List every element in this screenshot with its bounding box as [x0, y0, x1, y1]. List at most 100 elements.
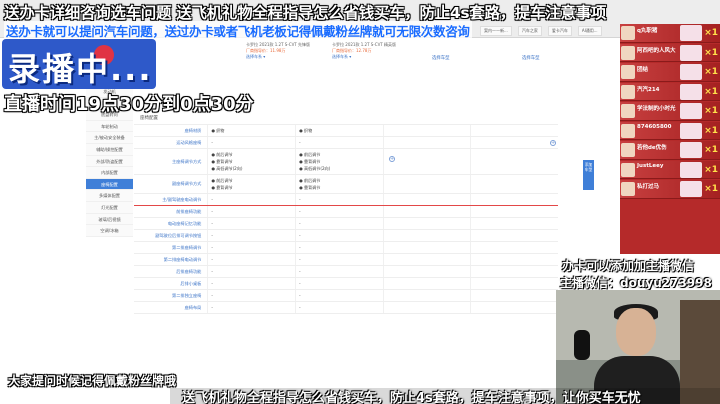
avatar [621, 182, 635, 196]
table-cell: - [295, 206, 383, 217]
table-cell: - [207, 218, 295, 229]
gift-icon [680, 64, 702, 80]
sidebar-item[interactable]: 玻璃/后视镜 [86, 213, 133, 226]
gift-icon [680, 103, 702, 119]
cell-value: ● 前后调节 [299, 152, 321, 157]
table-cell: - [207, 206, 295, 217]
table-cell: ● 织物 [207, 125, 295, 136]
avatar [621, 65, 635, 79]
table-cell: - [207, 194, 295, 205]
gift-icon [680, 142, 702, 158]
empty-cell [470, 302, 558, 313]
choose-model-3[interactable]: 选择车型 [432, 55, 450, 61]
sidebar-item[interactable]: 灯光配置 [86, 201, 133, 214]
cell-value: - [211, 269, 213, 274]
sidebar-item[interactable]: 主/被动安全装备 [86, 132, 133, 144]
add-column-icon[interactable]: + [389, 156, 395, 162]
cell-value: - [211, 221, 213, 226]
cell-value: - [211, 245, 213, 250]
cell-value: ● 前后调节 [211, 178, 233, 183]
bookmark-3[interactable]: 爱卡汽车 [547, 26, 572, 36]
table-cell: - [207, 266, 295, 277]
bookmark-bar: 案内——新... 汽车之家 爱卡汽车 AI通用... [480, 26, 602, 36]
add-model-button[interactable]: 添加车型 [583, 160, 594, 190]
empty-cell [382, 242, 471, 253]
sidebar-item-active[interactable]: 座椅配置 [86, 178, 133, 191]
cell-value: - [299, 305, 301, 310]
row-label: 座椅材质 [184, 127, 202, 133]
row-label: 主/副驾驶座电动调节 [162, 196, 202, 202]
table-row: 主/副驾驶座电动调节 - - [134, 194, 558, 206]
cell-value: - [299, 281, 301, 286]
empty-cell [382, 194, 471, 205]
table-cell: ● 织物 [295, 125, 383, 136]
empty-cell [382, 149, 471, 174]
cell-value: ● 前后调节 [211, 152, 233, 157]
avatar [621, 84, 635, 99]
empty-cell [382, 278, 471, 289]
table-cell: ● 前后调节 ● 靠背调节 ● 高低调节(2向) [295, 149, 383, 174]
gift-count: ×1 [704, 125, 718, 136]
table-row: 电动座椅记忆功能 - - [134, 218, 558, 230]
table-row: 座椅布局 - - [134, 302, 558, 314]
ticker-text: 送飞机礼物全程指导怎么省钱买车，防止4s套路，提车注意事项，让你买车无忧 [182, 391, 641, 404]
table-row: 副座椅调节方式 ● 前后调节 ● 靠背调节 ● 前后调节 ● 靠背调节 [134, 175, 558, 194]
cell-value: - [211, 305, 213, 310]
cell-value: - [299, 221, 301, 226]
gift-item: 874605800 ×1 [620, 121, 720, 140]
empty-cell [382, 254, 471, 265]
table-cell: - [295, 302, 383, 313]
gift-icon [680, 25, 702, 41]
gift-item: 学法制的小时光 ×1 [620, 102, 720, 121]
sidebar-item[interactable]: 空调/冰箱 [86, 225, 133, 237]
car-1-select[interactable]: 选择车系 ▾ [246, 54, 310, 60]
bookmark-1[interactable]: 案内——新... [480, 26, 512, 36]
empty-cell [382, 125, 471, 136]
table-cell: - [207, 278, 295, 289]
cell-value: - [299, 245, 301, 250]
cell-value: - [211, 209, 213, 214]
empty-cell [470, 278, 558, 289]
empty-cell [470, 266, 558, 277]
cell-value: - [211, 257, 213, 262]
empty-cell [382, 175, 471, 193]
car-1-name: 卡罗拉 2021款 1.2T S-CVT 先锋版 [246, 42, 311, 47]
empty-cell [470, 149, 558, 174]
add-column-icon-2[interactable]: + [550, 140, 556, 146]
table-cell: - [295, 278, 383, 289]
bookmark-4[interactable]: AI通用... [577, 26, 602, 36]
table-row: 前排座椅功能 - - [134, 206, 558, 218]
cell-value: - [299, 257, 301, 262]
table-cell: ● 前后调节 ● 靠背调节 [207, 175, 295, 193]
car-2-select[interactable]: 选择车系 ▾ [332, 54, 396, 60]
sidebar-item[interactable]: 外部/防盗配置 [86, 155, 133, 168]
table-row: 第二排座椅电动调节 - - [134, 254, 558, 266]
cell-value: ● 靠背调节 [299, 159, 321, 164]
wechat-id: 主播微信：douyu273998 [560, 276, 712, 290]
cell-value: - [299, 293, 301, 298]
gift-sender: 团结 [637, 67, 649, 73]
sidebar-item[interactable]: 辅助/操控配置 [86, 143, 133, 156]
gift-sender: 私打过马 [637, 184, 660, 190]
scrolling-ticker: 送飞机礼物全程指导怎么省钱买车，防止4s套路，提车注意事项，让你买车无忧 [170, 388, 720, 404]
row-label: 前排座椅功能 [176, 208, 202, 214]
config-table: 座椅材质 ● 织物 ● 织物 运动风格座椅 - - 主座椅调节方式 ● 前后调节 ● 靠背调节 ●… [134, 124, 558, 314]
table-cell: - [207, 230, 295, 241]
table-cell: - [207, 290, 295, 301]
gift-icon [680, 44, 702, 61]
choose-model-4[interactable]: 选择车型 [522, 55, 540, 61]
recording-label: 录播中... [8, 50, 153, 88]
table-cell: - [295, 218, 383, 229]
empty-cell [470, 206, 558, 217]
sidebar-item[interactable]: 内部配置 [86, 167, 133, 179]
table-cell: - [295, 194, 383, 205]
sidebar-item[interactable]: 车轮制动 [86, 120, 133, 133]
sidebar-item[interactable]: 多媒体配置 [86, 190, 133, 202]
bookmark-2[interactable]: 汽车之家 [517, 26, 542, 36]
row-label: 第二排独立座椅 [172, 292, 202, 298]
row-label: 座椅布局 [184, 304, 202, 310]
row-label: 副驾驶位后排可调节按钮 [155, 232, 202, 238]
gift-sender: q丸职猪 [637, 28, 658, 34]
cell-value: ● 靠背调节 [299, 185, 321, 190]
table-cell: ● 前后调节 ● 靠背调节 ● 高低调节(2向) [207, 149, 295, 174]
